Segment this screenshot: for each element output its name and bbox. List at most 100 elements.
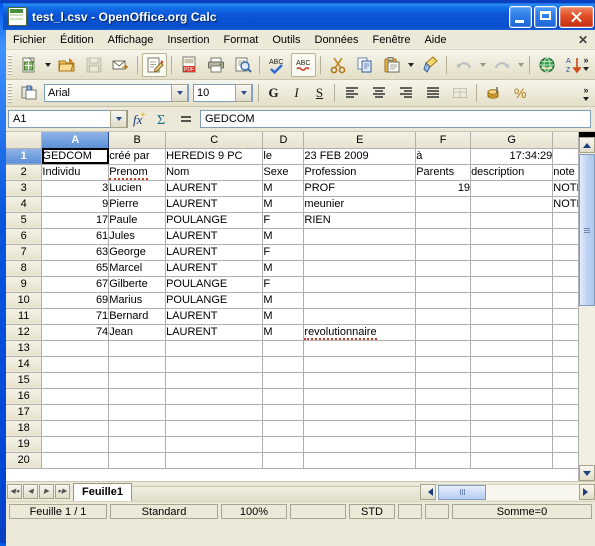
align-center-icon[interactable] [366, 81, 391, 105]
spellcheck-icon[interactable]: ABC [264, 53, 289, 77]
cell-D3[interactable]: M [262, 180, 305, 197]
cell-C4[interactable]: LAURENT [165, 196, 264, 213]
cell-C6[interactable]: LAURENT [165, 228, 264, 245]
cell-F13[interactable] [415, 340, 472, 357]
cell-E18[interactable] [303, 420, 417, 437]
cell-C10[interactable]: POULANGE [165, 292, 264, 309]
undo-icon[interactable] [451, 53, 476, 77]
formula-input-line[interactable]: GEDCOM [200, 110, 591, 128]
cell-E14[interactable] [303, 356, 417, 373]
cell-B9[interactable]: Gilberte [108, 276, 167, 293]
align-justified-icon[interactable] [420, 81, 445, 105]
first-sheet-button[interactable]: ◀◂ [7, 484, 22, 499]
email-document-icon[interactable] [108, 53, 133, 77]
paragraph-styles-icon[interactable] [16, 81, 41, 105]
cell-F10[interactable] [415, 292, 472, 309]
cell-F17[interactable] [415, 404, 472, 421]
cell-A14[interactable] [41, 356, 110, 373]
menu-fichier[interactable]: Fichier [6, 32, 53, 48]
cell-A20[interactable] [41, 452, 110, 469]
row-header-19[interactable]: 19 [6, 436, 43, 453]
name-box[interactable]: A1 [8, 110, 128, 128]
new-document-icon[interactable] [16, 53, 41, 77]
scroll-left-icon[interactable] [420, 483, 436, 500]
sum-icon[interactable]: Σ [152, 109, 173, 129]
row-header-12[interactable]: 12 [6, 324, 43, 341]
redo-icon[interactable] [489, 53, 514, 77]
row-header-18[interactable]: 18 [6, 420, 43, 437]
cell-A18[interactable] [41, 420, 110, 437]
cell-B18[interactable] [108, 420, 167, 437]
cell-F7[interactable] [415, 244, 472, 261]
row-header-10[interactable]: 10 [6, 292, 43, 309]
status-zoom[interactable]: 100% [221, 504, 287, 519]
row-header-1[interactable]: 1 [6, 148, 43, 165]
row-header-17[interactable]: 17 [6, 404, 43, 421]
cell-B6[interactable]: Jules [108, 228, 167, 245]
percent-format-icon[interactable]: % [508, 81, 533, 105]
cell-G15[interactable] [470, 372, 554, 389]
cell-D12[interactable]: M [262, 324, 305, 341]
vertical-scroll-thumb[interactable] [579, 154, 595, 306]
cell-E19[interactable] [303, 436, 417, 453]
cell-B19[interactable] [108, 436, 167, 453]
cell-F6[interactable] [415, 228, 472, 245]
cell-D17[interactable] [262, 404, 305, 421]
merge-cells-icon[interactable] [447, 81, 472, 105]
currency-format-icon[interactable] [481, 81, 506, 105]
scroll-right-icon[interactable] [579, 483, 595, 500]
clone-formatting-icon[interactable] [417, 53, 442, 77]
row-header-8[interactable]: 8 [6, 260, 43, 277]
menu-affichage[interactable]: Affichage [101, 32, 161, 48]
cell-F9[interactable] [415, 276, 472, 293]
print-icon[interactable] [203, 53, 228, 77]
cell-D8[interactable]: M [262, 260, 305, 277]
cell-F20[interactable] [415, 452, 472, 469]
cell-F15[interactable] [415, 372, 472, 389]
cell-A9[interactable]: 67 [41, 276, 110, 293]
bold-button[interactable]: G [263, 83, 284, 104]
name-box-dropdown-icon[interactable] [110, 110, 127, 128]
column-header-a[interactable]: A [41, 132, 110, 149]
cell-A3[interactable]: 3 [41, 180, 110, 197]
row-header-2[interactable]: 2 [6, 164, 43, 181]
row-header-16[interactable]: 16 [6, 388, 43, 405]
row-header-6[interactable]: 6 [6, 228, 43, 245]
cell-E16[interactable] [303, 388, 417, 405]
cell-G10[interactable] [470, 292, 554, 309]
cell-G13[interactable] [470, 340, 554, 357]
cell-F19[interactable] [415, 436, 472, 453]
row-header-15[interactable]: 15 [6, 372, 43, 389]
cell-F5[interactable] [415, 212, 472, 229]
column-header-f[interactable]: F [415, 132, 472, 149]
cell-D10[interactable]: M [262, 292, 305, 309]
font-size-dropdown-icon[interactable] [235, 84, 252, 102]
cell-C17[interactable] [165, 404, 264, 421]
row-header-7[interactable]: 7 [6, 244, 43, 261]
standard-toolbar-overflow-icon[interactable]: » [579, 50, 593, 78]
cell-C2[interactable]: Nom [165, 164, 264, 181]
paste-icon[interactable] [379, 53, 404, 77]
cell-D18[interactable] [262, 420, 305, 437]
cell-B13[interactable] [108, 340, 167, 357]
cell-D16[interactable] [262, 388, 305, 405]
row-header-3[interactable]: 3 [6, 180, 43, 197]
autospellcheck-icon[interactable]: ABC [291, 52, 316, 77]
cell-B1[interactable]: créé par [108, 148, 167, 165]
cell-B10[interactable]: Marius [108, 292, 167, 309]
row-header-11[interactable]: 11 [6, 308, 43, 325]
redo-dropdown-icon[interactable] [515, 54, 526, 76]
cell-E13[interactable] [303, 340, 417, 357]
cell-C16[interactable] [165, 388, 264, 405]
cell-B4[interactable]: Pierre [108, 196, 167, 213]
cell-C9[interactable]: POULANGE [165, 276, 264, 293]
align-left-icon[interactable] [339, 81, 364, 105]
cell-E6[interactable] [303, 228, 417, 245]
column-header-d[interactable]: D [262, 132, 305, 149]
cell-B5[interactable]: Paule [108, 212, 167, 229]
cut-icon[interactable] [325, 53, 350, 77]
cell-E10[interactable] [303, 292, 417, 309]
cell-B3[interactable]: Lucien [108, 180, 167, 197]
scroll-up-icon[interactable] [579, 137, 595, 153]
underline-button[interactable]: S [309, 83, 330, 104]
